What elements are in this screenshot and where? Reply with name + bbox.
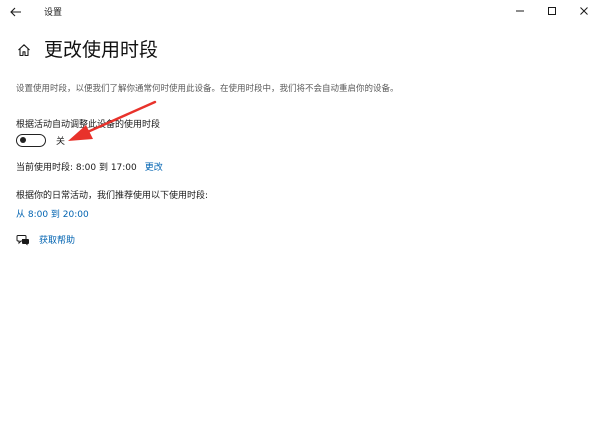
- maximize-icon: [548, 7, 556, 15]
- back-arrow-icon: [10, 7, 21, 17]
- auto-adjust-toggle[interactable]: [16, 134, 46, 147]
- page-title: 更改使用时段: [44, 39, 159, 61]
- close-icon: [580, 7, 588, 15]
- get-help-link[interactable]: 获取帮助: [39, 233, 75, 246]
- toggle-state-label: 关: [56, 137, 66, 147]
- minimize-icon: [516, 10, 524, 12]
- change-hours-link[interactable]: 更改: [145, 160, 163, 173]
- settings-window: 设置 更改使用时段 设置使用时段，以便我们了解你通常何时使用此设备。在使用时段中…: [0, 0, 600, 421]
- home-button[interactable]: [16, 42, 32, 58]
- title-bar: 设置: [0, 0, 600, 24]
- suggestion-label: 根据你的日常活动，我们推荐使用以下使用时段:: [16, 191, 209, 201]
- back-button[interactable]: [6, 2, 26, 22]
- maximize-button[interactable]: [542, 2, 562, 20]
- home-icon: [18, 44, 30, 57]
- close-button[interactable]: [574, 2, 594, 20]
- chat-help-icon: [16, 234, 30, 246]
- auto-adjust-label: 根据活动自动调整此设备的使用时段: [16, 120, 161, 130]
- suggested-hours-link[interactable]: 从 8:00 到 20:00: [16, 207, 89, 220]
- app-title: 设置: [44, 8, 63, 18]
- current-hours-text: 当前使用时段: 8:00 到 17:00: [16, 163, 137, 173]
- page-header: 更改使用时段: [16, 38, 158, 62]
- current-hours-row: 当前使用时段: 8:00 到 17:00 更改: [16, 160, 163, 173]
- auto-adjust-row: 关: [16, 134, 65, 147]
- page-description: 设置使用时段，以便我们了解你通常何时使用此设备。在使用时段中，我们将不会自动重启…: [16, 84, 399, 94]
- get-help-row[interactable]: 获取帮助: [16, 233, 75, 246]
- minimize-button[interactable]: [510, 2, 530, 20]
- toggle-knob: [20, 137, 26, 143]
- annotation-arrow-icon: [68, 100, 157, 141]
